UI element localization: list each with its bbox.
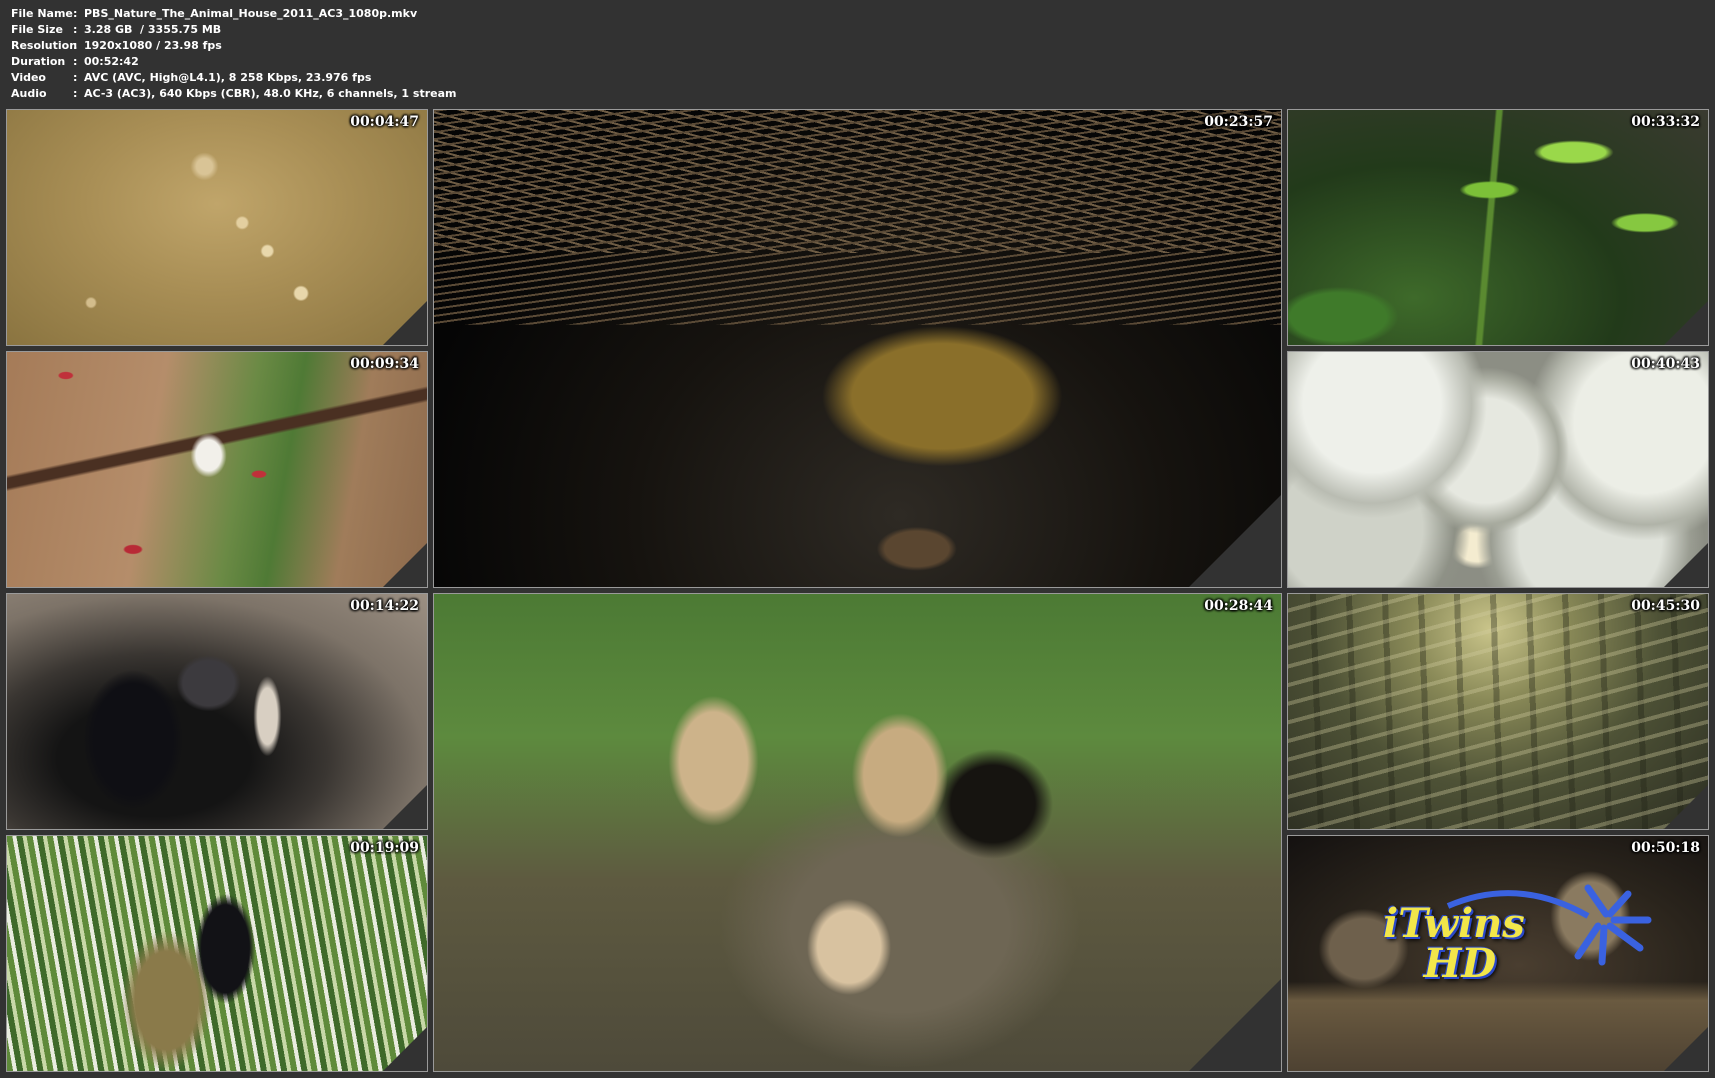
info-key: Resolution xyxy=(11,39,78,52)
info-row-video: Video : AVC (AVC, High@L4.1), 8 258 Kbps… xyxy=(11,70,457,86)
thumbnail-eagle-cliff: 00:09:34 xyxy=(6,351,428,588)
thumbnail-foam-eggs: 00:40:43 xyxy=(1287,351,1709,588)
info-row-resolution: Resolution : 1920x1080 / 23.98 fps xyxy=(11,38,457,54)
scene-bowerbird xyxy=(434,110,1281,587)
scene-light-dapples xyxy=(1288,594,1708,829)
timestamp-label: 00:14:22 xyxy=(350,598,419,614)
info-separator: : xyxy=(73,7,78,20)
info-key: File Size xyxy=(11,23,63,36)
tile-corner-cut xyxy=(1188,978,1281,1071)
thumbnail-weaver-bird: 00:19:09 xyxy=(6,835,428,1072)
info-row-file-name: File Name : PBS_Nature_The_Animal_House_… xyxy=(11,6,457,22)
tile-corner-cut xyxy=(382,784,427,829)
tile-corner-cut xyxy=(382,542,427,587)
thumbnail-forest-floor: 00:45:30 xyxy=(1287,593,1709,830)
info-separator: : xyxy=(73,71,78,84)
info-value: AC-3 (AC3), 640 Kbps (CBR), 48.0 KHz, 6 … xyxy=(84,87,457,100)
timestamp-label: 00:45:30 xyxy=(1631,598,1700,614)
info-separator: : xyxy=(73,23,78,36)
thumbnail-owl-chicks: 00:28:44 xyxy=(433,593,1282,1072)
tile-corner-cut xyxy=(382,300,427,345)
scene-eagle xyxy=(7,352,427,587)
timestamp-label: 00:09:34 xyxy=(350,356,419,372)
scene-termite-mounds xyxy=(7,110,427,345)
timestamp-label: 00:50:18 xyxy=(1631,840,1700,856)
info-value: 00:52:42 xyxy=(84,55,139,68)
tile-corner-cut xyxy=(382,1026,427,1071)
info-row-audio: Audio : AC-3 (AC3), 640 Kbps (CBR), 48.0… xyxy=(11,86,457,102)
scene-foam-bubbles xyxy=(1288,352,1708,587)
timestamp-label: 00:04:47 xyxy=(350,114,419,130)
timestamp-label: 00:23:57 xyxy=(1204,114,1273,130)
info-row-duration: Duration : 00:52:42 xyxy=(11,54,457,70)
timestamp-label: 00:28:44 xyxy=(1204,598,1273,614)
info-separator: : xyxy=(73,87,78,100)
info-key: File Name xyxy=(11,7,73,20)
watermark-line1: iTwins xyxy=(1383,900,1525,947)
scene-swallows xyxy=(7,594,427,829)
tile-corner-cut xyxy=(1188,494,1281,587)
info-value: PBS_Nature_The_Animal_House_2011_AC3_108… xyxy=(84,7,418,20)
thumbnail-swallows-nest: 00:14:22 xyxy=(6,593,428,830)
info-value: AVC (AVC, High@L4.1), 8 258 Kbps, 23.976… xyxy=(84,71,372,84)
timestamp-label: 00:33:32 xyxy=(1631,114,1700,130)
info-separator: : xyxy=(73,55,78,68)
info-separator: : xyxy=(73,39,78,52)
scene-weaver xyxy=(7,836,427,1071)
watermark-logo: iTwins HD xyxy=(1383,904,1525,984)
scene-owl-chicks xyxy=(434,594,1281,1071)
info-row-file-size: File Size : 3.28 GB / 3355.75 MB xyxy=(11,22,457,38)
tile-corner-cut xyxy=(1663,1026,1708,1071)
media-info-panel: File Name : PBS_Nature_The_Animal_House_… xyxy=(11,6,457,102)
tile-corner-cut xyxy=(1663,542,1708,587)
thumbnail-bamboo: 00:33:32 xyxy=(1287,109,1709,346)
tile-corner-cut xyxy=(1663,784,1708,829)
info-value: 1920x1080 / 23.98 fps xyxy=(84,39,222,52)
scene-bamboo-leaves xyxy=(1288,110,1708,345)
info-key: Duration xyxy=(11,55,66,68)
thumbnail-prairie-dog: iTwins HD 00:50:18 xyxy=(1287,835,1709,1072)
info-key: Audio xyxy=(11,87,47,100)
thumbnail-aerial-savanna: 00:04:47 xyxy=(6,109,428,346)
tile-corner-cut xyxy=(1663,300,1708,345)
watermark-line2: HD xyxy=(1423,940,1497,987)
timestamp-label: 00:19:09 xyxy=(350,840,419,856)
info-value: 3.28 GB / 3355.75 MB xyxy=(84,23,222,36)
thumbnail-bowerbird: 00:23:57 xyxy=(433,109,1282,588)
info-key: Video xyxy=(11,71,46,84)
timestamp-label: 00:40:43 xyxy=(1631,356,1700,372)
